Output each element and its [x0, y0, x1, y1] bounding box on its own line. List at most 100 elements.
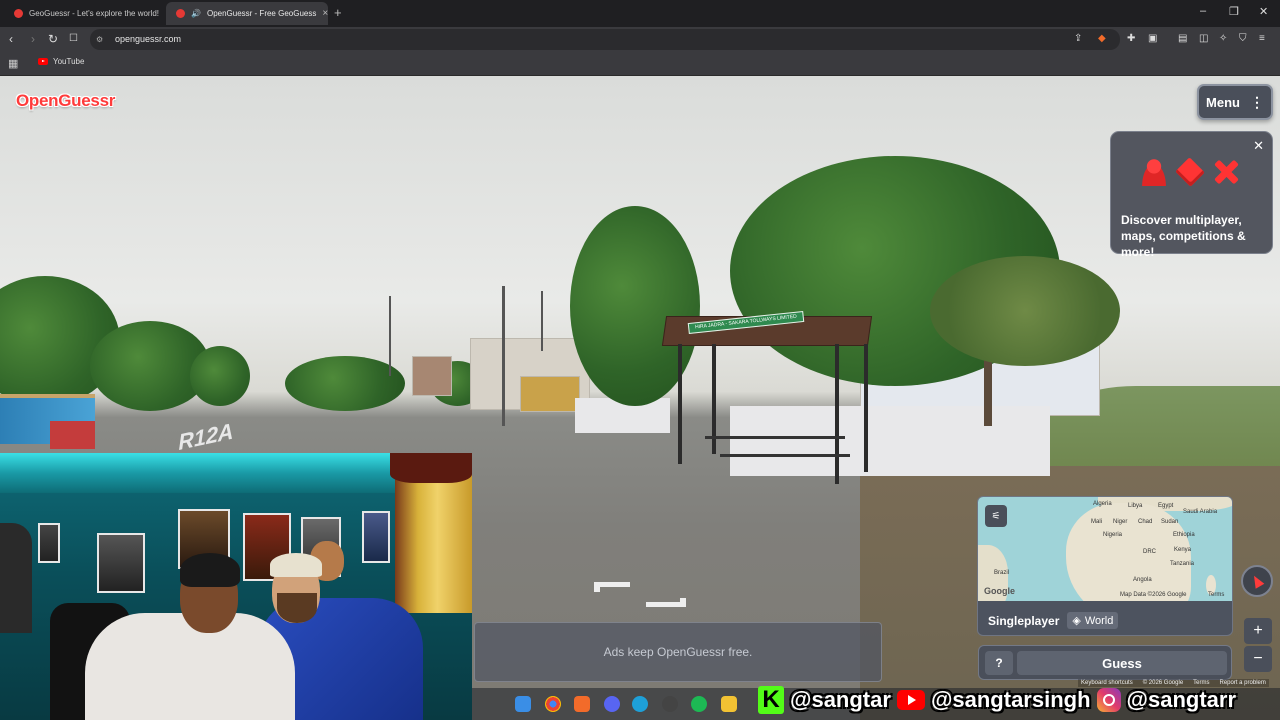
tower [541, 291, 543, 351]
bookmarks-bar: ▦ YouTube [0, 52, 1280, 76]
browser-toolbar: ‹ › ↻ ☐ ⇪ ◆ ✚ ▣ ▤ ◫ ✧ ⛉ ≡ [0, 27, 1280, 52]
bench [720, 454, 850, 457]
folder-icon[interactable] [721, 696, 737, 712]
poster [97, 533, 145, 593]
bookmark-icon[interactable]: ☐ [69, 32, 78, 46]
map-label: Chad [1138, 519, 1153, 525]
site-settings-icon[interactable]: ⚙ [96, 35, 103, 44]
instagram-handle: @sangtarr [1126, 687, 1237, 712]
multiplayer-icon [1139, 158, 1169, 186]
maps-icon [1175, 157, 1205, 187]
menu-button[interactable]: Menu ⋮ [1197, 84, 1273, 120]
new-tab-icon[interactable]: + [334, 5, 342, 20]
zoom-in-button[interactable]: + [1244, 618, 1272, 644]
map-label: Nigeria [1103, 532, 1123, 538]
shelter-post [678, 344, 682, 464]
navigation-arrow[interactable] [594, 582, 600, 592]
person-left-beanie [180, 553, 240, 587]
navigation-arrow[interactable] [680, 598, 686, 607]
close-icon[interactable]: ✕ [1253, 138, 1264, 154]
map-label: Libya [1128, 503, 1143, 509]
map-label: Niger [1113, 519, 1128, 525]
youtube-icon [38, 58, 48, 65]
discover-text: Discover multiplayer, maps, competitions… [1121, 213, 1246, 259]
wallet-icon[interactable]: ▣ [1148, 32, 1157, 46]
shelter-post [835, 344, 839, 484]
reload-icon[interactable]: ↻ [48, 32, 58, 46]
minimap[interactable]: Algeria Libya Egypt Saudi Arabia Mali Ni… [978, 497, 1232, 601]
bookmark-label: YouTube [53, 57, 85, 66]
youtube-handle: @sangtarsingh [930, 687, 1091, 712]
brave-icon[interactable] [574, 696, 590, 712]
bookmark-youtube[interactable]: YouTube [38, 57, 84, 66]
menu-label: Menu [1206, 94, 1240, 110]
map-label: Egypt [1158, 503, 1174, 509]
mode-row: Singleplayer ◈ World [988, 612, 1119, 629]
sidebar-icon[interactable]: ▤ [1178, 32, 1187, 46]
tab-openguessr[interactable]: 🔊 OpenGuessr - Free GeoGuess × [166, 2, 328, 25]
window-close-icon[interactable]: ✕ [1259, 5, 1268, 18]
map-label: Mali [1091, 519, 1103, 525]
map-label: Kenya [1174, 547, 1192, 553]
obs-icon[interactable] [662, 696, 678, 712]
discord-icon[interactable] [604, 696, 620, 712]
discover-popup[interactable]: ✕ Discover multiplayer, maps, competitio… [1110, 131, 1273, 259]
chrome-icon[interactable] [545, 696, 561, 712]
tab-geoguessr[interactable]: GeoGuessr - Let's explore the world! [4, 2, 164, 25]
youtube-icon [896, 690, 925, 710]
shelter-post [864, 344, 868, 472]
back-icon[interactable]: ‹ [9, 32, 13, 46]
close-tab-icon[interactable]: × [322, 8, 328, 19]
map-label: Tanzania [1170, 561, 1195, 567]
map-label: Brazil [994, 570, 1010, 576]
tree [190, 346, 250, 406]
truck-cab [50, 421, 95, 449]
compass[interactable] [1241, 565, 1273, 597]
map-selector[interactable]: ◈ World [1067, 612, 1119, 629]
start-icon[interactable] [515, 696, 531, 712]
person-left-body [85, 613, 295, 720]
curtain-valance [390, 453, 472, 483]
brave-shield-icon[interactable]: ◆ [1098, 32, 1106, 46]
map-terms-link[interactable]: Terms [1208, 592, 1224, 598]
leo-icon[interactable]: ◫ [1199, 32, 1208, 46]
palm-tree [930, 256, 1120, 366]
kick-icon: K [758, 686, 784, 714]
map-attribution: Map Data ©2026 Google [1120, 592, 1187, 598]
spotify-icon[interactable] [691, 696, 707, 712]
webcam-overlay [0, 453, 472, 720]
apps-grid-icon[interactable]: ▦ [8, 57, 18, 70]
map-settings-icon[interactable]: ⚟ [985, 505, 1007, 527]
restore-icon[interactable]: ❐ [1229, 5, 1239, 18]
tree [285, 356, 405, 411]
map-label: Ethiopia [1173, 532, 1195, 538]
guess-button[interactable]: Guess [1017, 651, 1227, 675]
openguessr-logo[interactable]: OpenGuessr [16, 91, 115, 111]
guess-bar: ? Guess [978, 645, 1232, 680]
kick-handle: @sangtar [790, 687, 891, 712]
person-right-cap [270, 553, 322, 577]
forward-icon[interactable]: › [31, 32, 35, 46]
ad-text: Ads keep OpenGuessr free. [603, 645, 753, 659]
compass-needle-icon [1249, 573, 1265, 589]
help-button[interactable]: ? [985, 651, 1013, 675]
utility-pole [502, 286, 505, 426]
layers-icon: ◈ [1072, 615, 1081, 627]
hamburger-menu-icon[interactable]: ≡ [1259, 32, 1265, 46]
tower [389, 296, 391, 376]
zoom-out-button[interactable]: − [1244, 646, 1272, 672]
tab-title: OpenGuessr - Free GeoGuess [206, 9, 317, 18]
map-label: Algeria [1093, 501, 1112, 507]
url-text[interactable]: openguessr.com [115, 34, 181, 44]
extensions-icon[interactable]: ✚ [1127, 32, 1135, 46]
ai-sparkle-icon[interactable]: ✧ [1219, 32, 1227, 46]
social-handles: K @sangtar @sangtarsingh @sangtarr [758, 686, 1236, 714]
vpn-shield-icon[interactable]: ⛉ [1239, 32, 1247, 46]
minimize-icon[interactable]: – [1200, 5, 1206, 17]
share-icon[interactable]: ⇪ [1074, 32, 1082, 46]
person-edge [0, 523, 32, 633]
shop-front [520, 376, 580, 412]
address-bar[interactable] [90, 29, 1120, 50]
google-logo: Google [984, 586, 1015, 596]
edge-icon[interactable] [632, 696, 648, 712]
